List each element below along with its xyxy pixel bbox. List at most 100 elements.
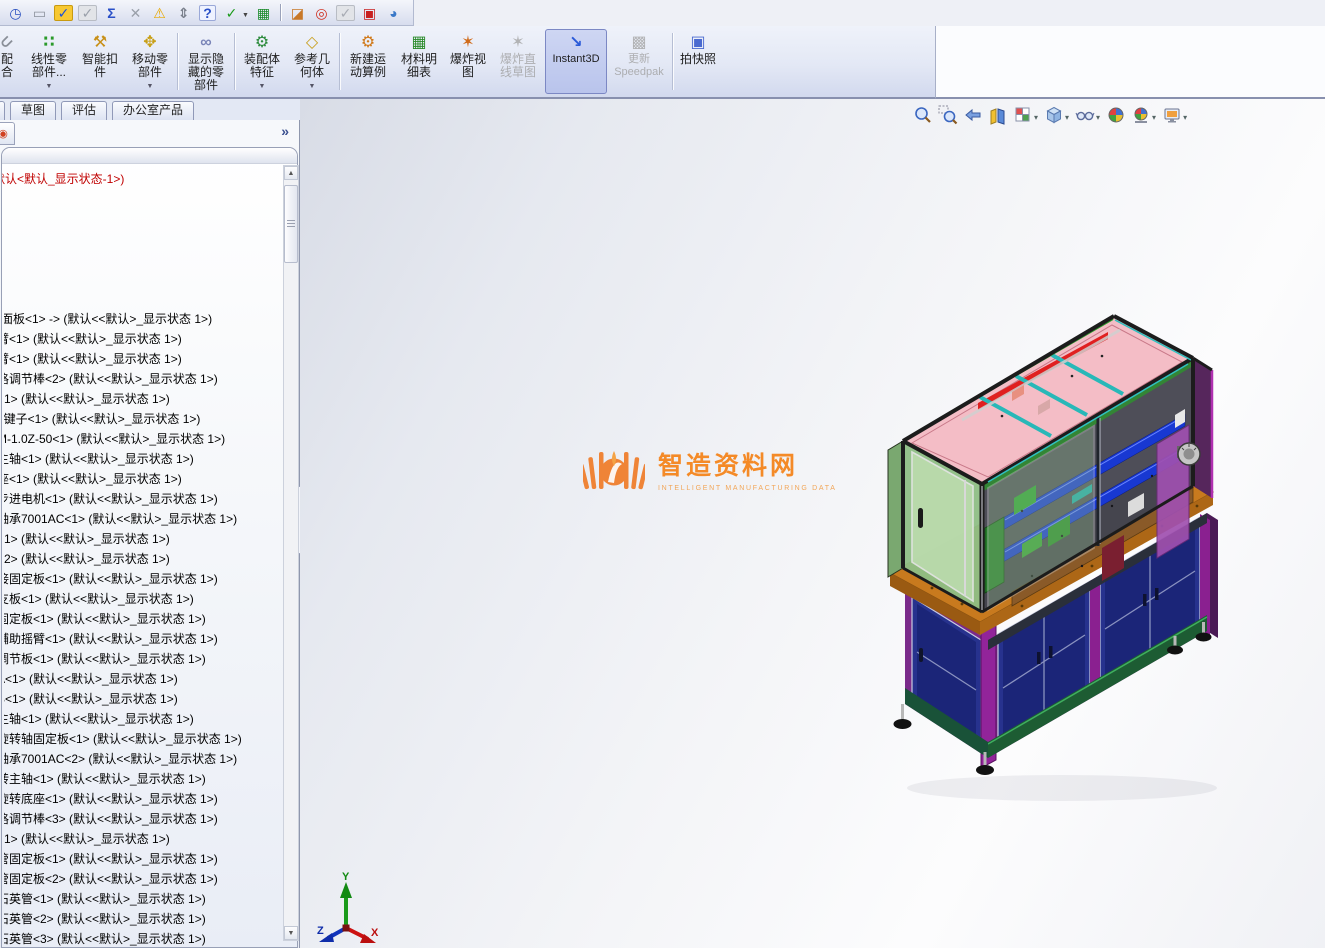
ribbon-button-move-component[interactable]: ✥ 移动零部件 ▼ xyxy=(126,29,174,94)
equations-icon[interactable]: Σ xyxy=(100,3,123,23)
ribbon-button-new-motion-study[interactable]: ⚙ 新建运动算例 xyxy=(343,29,393,94)
tree-item[interactable]: 旋转轴固定板<1> (默认<<默认>_显示状态 1>) xyxy=(4,729,279,749)
triad-y-label: Y xyxy=(342,872,350,883)
ribbon-button-instant3d[interactable]: ↘ Instant3D xyxy=(545,29,607,94)
ribbon-button-smart-fasteners[interactable]: ⚒ 智能扣件 xyxy=(76,29,124,94)
apply-scene-icon[interactable] xyxy=(1130,104,1152,126)
design-table-icon[interactable]: ▦ xyxy=(252,3,275,23)
tree-item[interactable]: 3键子<1> (默认<<默认>_显示状态 1>) xyxy=(4,409,279,429)
previous-view-icon[interactable] xyxy=(962,104,984,126)
tree-item[interactable]: 步进电机<1> (默认<<默认>_显示状态 1>) xyxy=(4,489,279,509)
tree-item[interactable]: A<1> (默认<<默认>_显示状态 1>) xyxy=(4,669,279,689)
tree-item[interactable]: <1> (默认<<默认>_显示状态 1>) xyxy=(4,529,279,549)
scroll-down-arrow-icon[interactable]: ▼ xyxy=(284,926,298,940)
dropdown-caret-icon[interactable]: ▼ xyxy=(309,80,316,93)
tree-item[interactable]: 固定板<1> (默认<<默认>_显示状态 1>) xyxy=(4,609,279,629)
tree-item[interactable]: B<1> (默认<<默认>_显示状态 1>) xyxy=(4,689,279,709)
tree-item[interactable]: 石英管<1> (默认<<默认>_显示状态 1>) xyxy=(4,889,279,909)
panel-overflow-chevron[interactable]: » xyxy=(281,123,289,139)
exploded-view-icon: ✶ xyxy=(461,34,475,51)
dropdown-caret-icon[interactable]: ▼ xyxy=(242,12,249,19)
tree-item[interactable]: 轴承7001AC<1> (默认<<默认>_显示状态 1>) xyxy=(4,509,279,529)
view-orientation-icon[interactable] xyxy=(1012,104,1034,126)
warning-icon[interactable]: ⚠ xyxy=(148,3,171,23)
dropdown-caret-icon[interactable]: ▼ xyxy=(147,80,154,93)
tree-item[interactable]: 管固定板<1> (默认<<默认>_显示状态 1>) xyxy=(4,849,279,869)
history-icon[interactable]: ▭ xyxy=(28,3,51,23)
limit-range-icon[interactable]: ⇕ xyxy=(172,3,195,23)
display-style-icon[interactable] xyxy=(1043,104,1065,126)
command-tabs: 草图 评估 办公室产品 xyxy=(0,99,300,120)
ribbon-button-linear-component-pattern[interactable]: ∷ 线性零部件... ▼ xyxy=(24,29,74,94)
triad-x-label: X xyxy=(371,927,379,939)
ribbon-button-bill-of-materials[interactable]: ▦ 材料明细表 xyxy=(395,29,443,94)
dropdown-caret-icon[interactable]: ▾ xyxy=(1065,113,1069,122)
tree-item[interactable]: <1> (默认<<默认>_显示状态 1>) xyxy=(4,389,279,409)
tree-item[interactable]: 接固定板<1> (默认<<默认>_显示状态 1>) xyxy=(4,569,279,589)
dropdown-caret-icon[interactable]: ▾ xyxy=(1034,113,1038,122)
section-view-icon[interactable] xyxy=(987,104,1009,126)
tree-item[interactable]: 转主轴<1> (默认<<默认>_显示状态 1>) xyxy=(4,769,279,789)
viewport[interactable]: ▾ ▾ ▾ ▾ ▾ 智造资料网 INTELLIGENT MANUFACTURING DA… xyxy=(300,99,1325,948)
scroll-up-arrow-icon[interactable]: ▲ xyxy=(284,166,298,180)
interference-check-icon[interactable]: ✕ xyxy=(124,3,147,23)
tree-item[interactable]: 支板<1> (默认<<默认>_显示状态 1>) xyxy=(4,589,279,609)
tree-item[interactable]: 辅助摇臂<1> (默认<<默认>_显示状态 1>) xyxy=(4,629,279,649)
ribbon-button-mate[interactable]: ⊂ 配合 xyxy=(0,29,22,94)
select-off-icon[interactable]: ✓ xyxy=(76,3,99,23)
tree-item[interactable]: 调节板<1> (默认<<默认>_显示状态 1>) xyxy=(4,649,279,669)
performance-gauge-icon[interactable]: ◷ xyxy=(4,3,27,23)
ribbon-button-take-snapshot[interactable]: ▣ 拍快照 xyxy=(676,29,720,94)
red-squares-icon[interactable]: ▣ xyxy=(358,3,381,23)
tree-item[interactable]: 主轴<1> (默认<<默认>_显示状态 1>) xyxy=(4,709,279,729)
ribbon-button-show-hidden-components[interactable]: ∞ 显示隐藏的零部件 xyxy=(181,29,231,94)
ribbon-button-assembly-features[interactable]: ⚙ 装配体特征 ▼ xyxy=(238,29,286,94)
tree-item[interactable]: -面板<1> -> (默认<<默认>_显示状态 1>) xyxy=(4,309,279,329)
tree-item[interactable]: 臂<1> (默认<<默认>_显示状态 1>) xyxy=(4,349,279,369)
zoom-to-fit-icon[interactable] xyxy=(912,104,934,126)
select-on-icon[interactable]: ✓ xyxy=(52,3,75,23)
ribbon-button-reference-geometry[interactable]: ◇ 参考几何体 ▼ xyxy=(288,29,336,94)
verify-icon[interactable]: ✓ xyxy=(220,3,243,23)
configuration-name: 默认<默认_显示状态-1>) xyxy=(1,172,125,186)
design-review-icon[interactable]: ◪ xyxy=(286,3,309,23)
hide-show-items-icon[interactable] xyxy=(1074,104,1096,126)
tree-item[interactable]: 石英管<3> (默认<<默认>_显示状态 1>) xyxy=(4,929,279,947)
command-tab-0[interactable]: 草图 xyxy=(10,101,57,120)
dropdown-caret-icon[interactable]: ▾ xyxy=(1096,113,1100,122)
view-settings-icon[interactable] xyxy=(1161,104,1183,126)
dropdown-caret-icon[interactable]: ▾ xyxy=(1152,113,1156,122)
web-sphere-icon[interactable]: ◕ xyxy=(382,3,405,23)
check-disabled-icon[interactable]: ✓ xyxy=(334,3,357,23)
scrollbar-thumb[interactable] xyxy=(284,185,298,263)
tree-item[interactable]: 旋转底座<1> (默认<<默认>_显示状态 1>) xyxy=(4,789,279,809)
update-speedpak-icon: ▩ xyxy=(631,34,647,51)
panel-tab-icon[interactable]: ◉ xyxy=(0,122,15,145)
edit-appearance-icon[interactable] xyxy=(1105,104,1127,126)
ribbon-button-exploded-view[interactable]: ✶ 爆炸视图 xyxy=(445,29,491,94)
ribbon-button-label: 智能扣件 xyxy=(81,52,118,79)
tree-item[interactable]: <2> (默认<<默认>_显示状态 1>) xyxy=(4,549,279,569)
dropdown-caret-icon[interactable]: ▼ xyxy=(46,80,53,93)
tab-partial[interactable] xyxy=(0,101,5,120)
tree-item[interactable]: 臂<1> (默认<<默认>_显示状态 1>) xyxy=(4,329,279,349)
file-question-icon[interactable]: ? xyxy=(196,3,219,23)
tree-item[interactable]: 管固定板<2> (默认<<默认>_显示状态 1>) xyxy=(4,869,279,889)
tree-item[interactable]: 格调节棒<2> (默认<<默认>_显示状态 1>) xyxy=(4,369,279,389)
tree-item[interactable]: 轴承7001AC<2> (默认<<默认>_显示状态 1>) xyxy=(4,749,279,769)
machine-model[interactable] xyxy=(862,296,1222,806)
dropdown-caret-icon[interactable]: ▼ xyxy=(259,80,266,93)
tree-item[interactable]: 座<1> (默认<<默认>_显示状态 1>) xyxy=(4,469,279,489)
command-tab-1[interactable]: 评估 xyxy=(61,101,108,120)
tree-item[interactable]: 石英管<2> (默认<<默认>_显示状态 1>) xyxy=(4,909,279,929)
tree-item[interactable]: M-1.0Z-50<1> (默认<<默认>_显示状态 1>) xyxy=(4,429,279,449)
command-tab-2[interactable]: 办公室产品 xyxy=(112,101,195,120)
zoom-to-area-icon[interactable] xyxy=(937,104,959,126)
performance-rings-icon[interactable]: ◎ xyxy=(310,3,333,23)
tree-item[interactable]: 主轴<1> (默认<<默认>_显示状态 1>) xyxy=(4,449,279,469)
tree-item[interactable]: <1> (默认<<默认>_显示状态 1>) xyxy=(4,829,279,849)
tree-item[interactable]: 格调节棒<3> (默认<<默认>_显示状态 1>) xyxy=(4,809,279,829)
heads-up-toolbar: ▾ ▾ ▾ ▾ ▾ xyxy=(912,104,1189,126)
dropdown-caret-icon[interactable]: ▾ xyxy=(1183,113,1187,122)
tree-scrollbar[interactable]: ▲ ▼ xyxy=(283,165,299,941)
